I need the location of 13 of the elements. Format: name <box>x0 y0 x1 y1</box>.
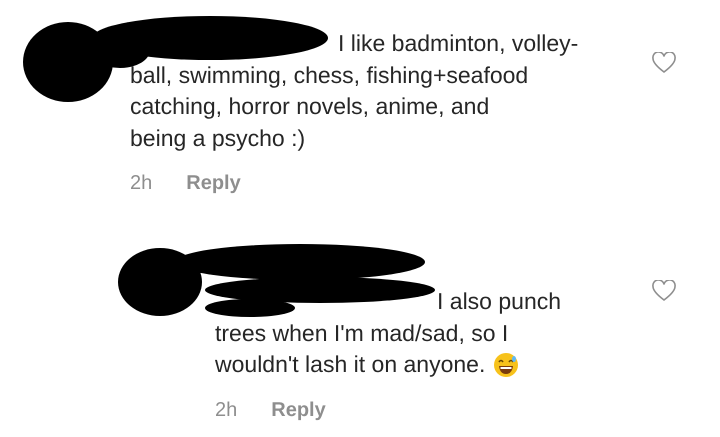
comment-text: ball, swimming, chess, fishing+seafood <box>130 60 528 90</box>
reply-link[interactable]: Reply <box>186 172 241 195</box>
comment-text: trees when I'm mad/sad, so I <box>215 318 508 348</box>
reply-link[interactable]: Reply <box>271 398 326 422</box>
heart-icon[interactable] <box>652 52 676 74</box>
comment-text: being a psycho :) <box>130 124 306 153</box>
comment-text: I like badminton, volley- <box>338 29 578 58</box>
comment-time: 2h <box>130 172 152 195</box>
comment-text: catching, horror novels, anime, and <box>130 92 490 121</box>
comment-text: wouldn't lash it on anyone. <box>215 350 486 379</box>
comment-text: I also punch <box>437 287 562 316</box>
comment-time: 2h <box>215 398 238 422</box>
heart-icon[interactable] <box>652 280 676 302</box>
